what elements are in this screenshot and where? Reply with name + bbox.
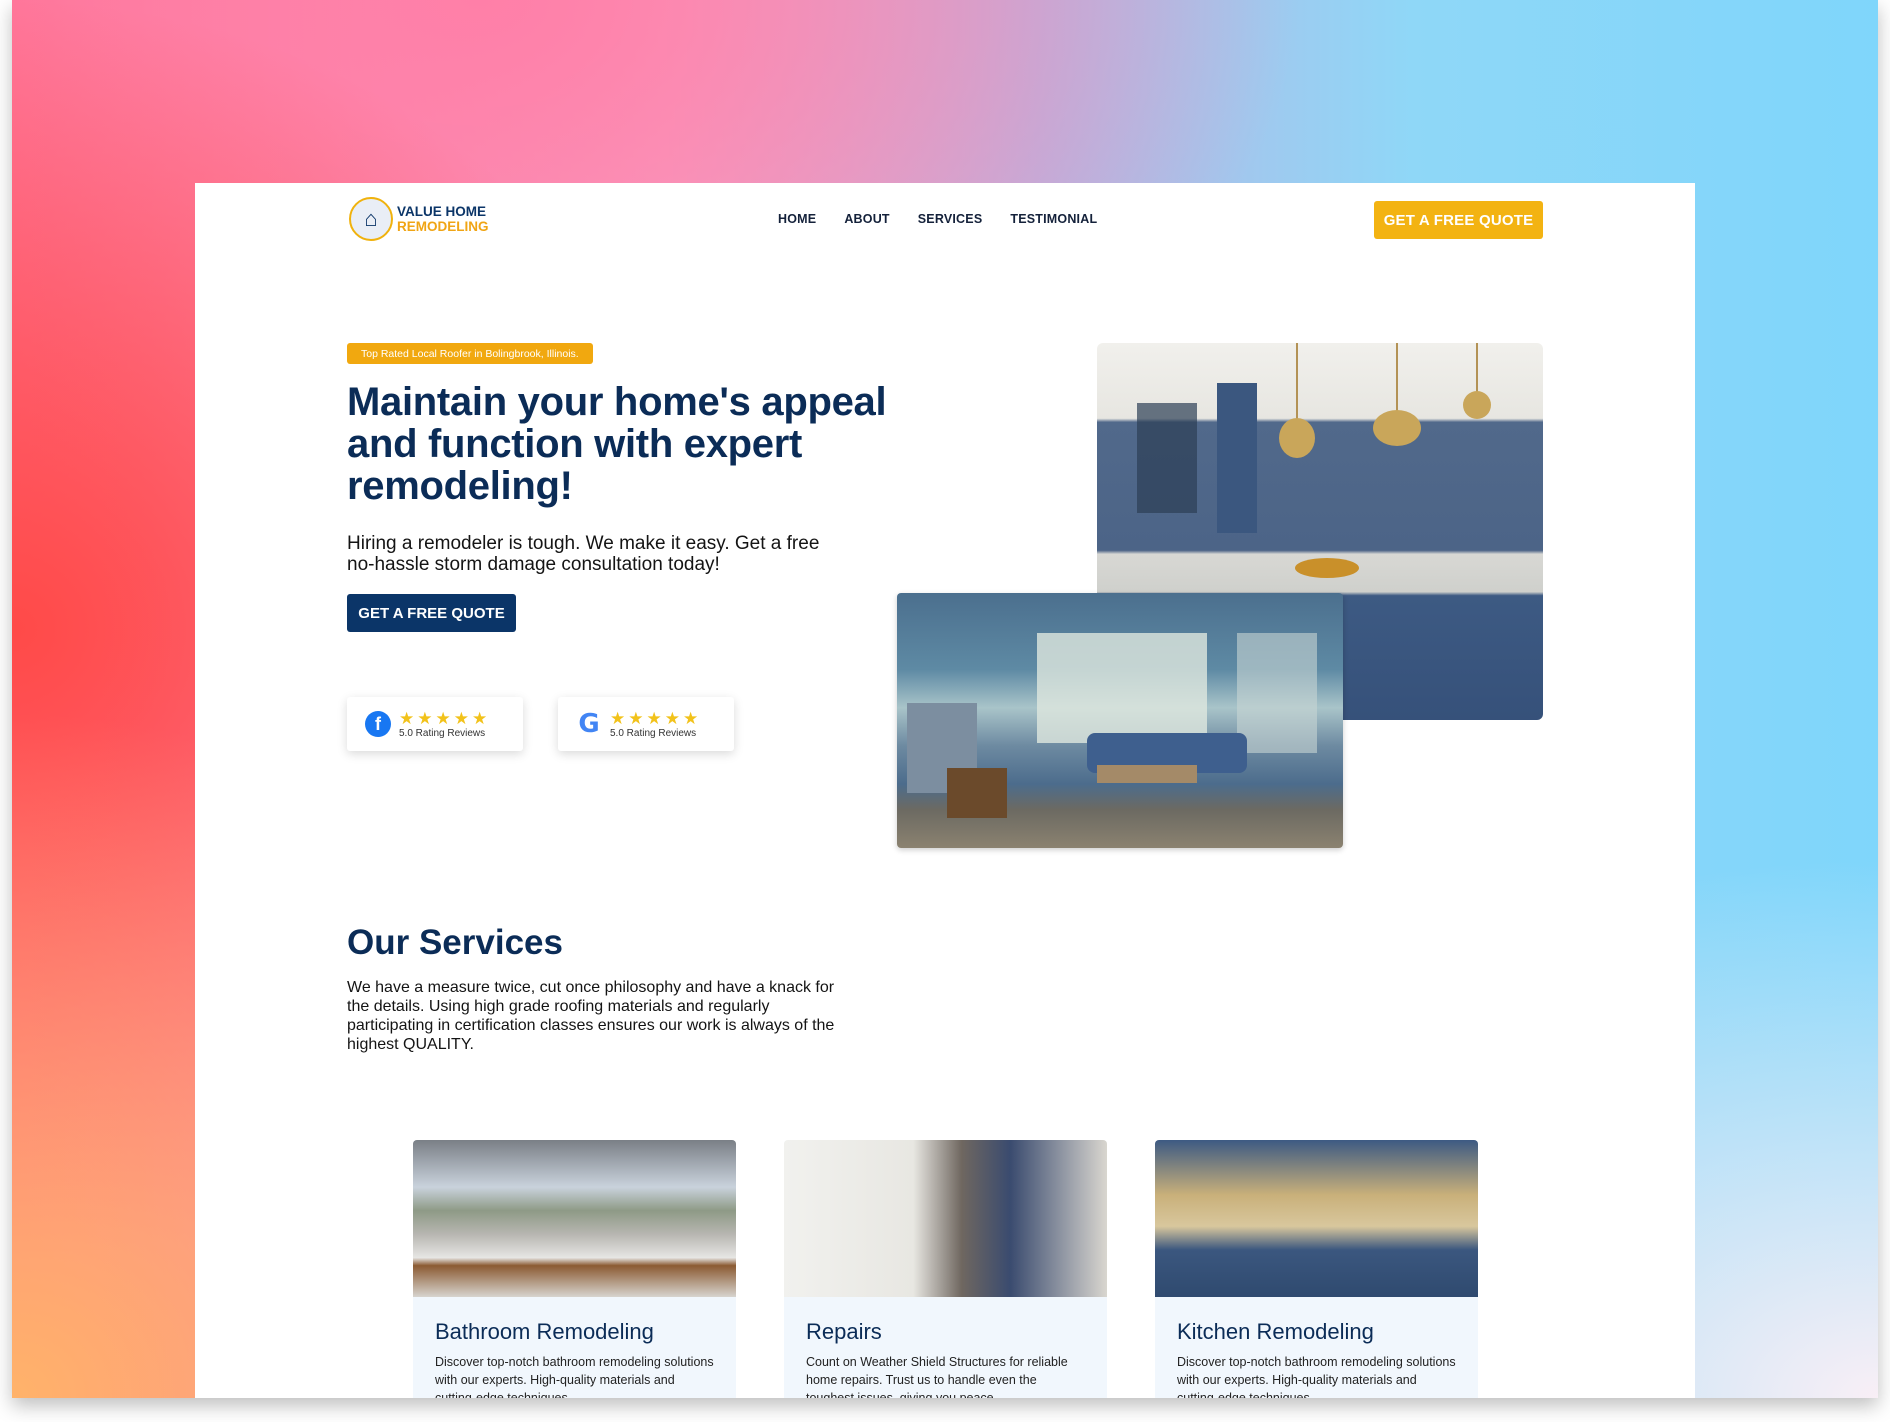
nav-home[interactable]: HOME [778, 212, 816, 226]
site-logo[interactable]: ⌂ VALUE HOME REMODELING [349, 197, 489, 241]
hero-tag: Top Rated Local Roofer in Bolingbrook, I… [347, 343, 593, 364]
website-page: ⌂ VALUE HOME REMODELING HOME ABOUT SERVI… [195, 183, 1695, 1398]
nav-services[interactable]: SERVICES [918, 212, 983, 226]
facebook-icon: f [365, 711, 391, 737]
rating-stars: ★★★★★ [610, 708, 702, 728]
service-card-bathroom[interactable]: Bathroom Remodeling Discover top-notch b… [413, 1140, 736, 1398]
service-card-title: Kitchen Remodeling [1177, 1319, 1374, 1344]
rating-text: 5.0 Rating Reviews [610, 727, 697, 739]
hero-subtitle: Hiring a remodeler is tough. We make it … [347, 533, 820, 575]
hero-quote-button[interactable]: GET A FREE QUOTE [347, 594, 516, 632]
hero-title: Maintain your home's appeal and function… [347, 380, 887, 508]
bathroom-photo [413, 1140, 736, 1297]
service-card-kitchen[interactable]: Kitchen Remodeling Discover top-notch ba… [1155, 1140, 1478, 1398]
google-review-badge[interactable]: G ★★★★★ 5.0 Rating Reviews [558, 697, 734, 751]
rating-stars: ★★★★★ [399, 708, 491, 728]
google-icon: G [576, 709, 602, 739]
service-card-text: Count on Weather Shield Structures for r… [806, 1355, 1068, 1398]
service-card-repairs[interactable]: Repairs Count on Weather Shield Structur… [784, 1140, 1107, 1398]
nav-testimonial[interactable]: TESTIMONIAL [1010, 212, 1097, 226]
service-card-text: Discover top-notch bathroom remodeling s… [1177, 1355, 1456, 1398]
nav-about[interactable]: ABOUT [844, 212, 889, 226]
service-card-text: Discover top-notch bathroom remodeling s… [435, 1355, 714, 1398]
living-room-photo [897, 593, 1343, 848]
logo-line2: REMODELING [397, 219, 489, 234]
main-nav: HOME ABOUT SERVICES TESTIMONIAL [778, 212, 1097, 226]
rating-text: 5.0 Rating Reviews [399, 727, 486, 739]
kitchen-card-photo [1155, 1140, 1478, 1297]
header-quote-button[interactable]: GET A FREE QUOTE [1374, 201, 1543, 239]
service-card-title: Repairs [806, 1319, 882, 1344]
service-card-title: Bathroom Remodeling [435, 1319, 654, 1344]
logo-mascot-icon: ⌂ [349, 197, 393, 241]
logo-line1: VALUE HOME [397, 204, 487, 219]
services-description: We have a measure twice, cut once philos… [347, 979, 835, 1053]
facebook-review-badge[interactable]: f ★★★★★ 5.0 Rating Reviews [347, 697, 523, 751]
repairs-photo [784, 1140, 1107, 1297]
services-title: Our Services [347, 923, 563, 962]
